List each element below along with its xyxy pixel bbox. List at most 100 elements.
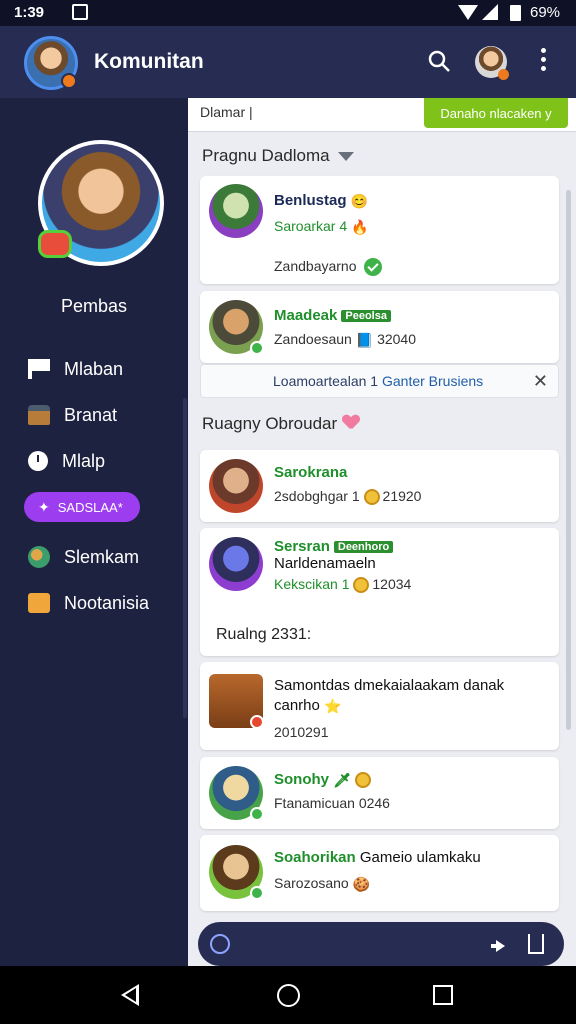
sidebar-item-label: Mlaban — [64, 358, 124, 379]
emoji-icon: 😊 — [350, 192, 369, 209]
battery-percent: 69% — [530, 4, 561, 21]
list-item[interactable]: Sersran Deenhoro Narldenamaeln Kekscikan … — [200, 528, 559, 656]
item-subtitle: Ftanamicuan 0246 — [274, 795, 390, 811]
coin-icon — [363, 489, 380, 506]
list-item[interactable]: Samontdas dmekaialaakam danak canrho ⭐ 2… — [200, 662, 559, 750]
search-icon[interactable] — [428, 50, 450, 72]
close-icon[interactable]: ✕ — [533, 371, 548, 392]
share-row[interactable]: Loamoartealan 1 Ganter Brusiens ✕ — [200, 364, 559, 398]
item-subtitle: 2sdobghgar 1 21920 — [274, 488, 422, 506]
list-item[interactable]: Maadeak Peeolsa Zandoesaun 📘 32040 — [200, 291, 559, 363]
avatar — [209, 537, 263, 591]
list-item[interactable]: Sarokrana 2sdobghgar 1 21920 — [200, 450, 559, 522]
list-item[interactable]: Benlustag 😊 Saroarkar 4 🔥 Zandbayarno — [200, 176, 559, 284]
compose-icon[interactable] — [210, 934, 230, 954]
status-indicator — [250, 715, 264, 729]
more-options-icon[interactable] — [536, 48, 550, 76]
user-avatar[interactable] — [475, 46, 509, 80]
item-subtitle: Zandoesaun 📘 32040 — [274, 331, 416, 348]
sidebar-item-nootanisia[interactable]: Nootanisia — [28, 588, 178, 618]
item-title: Narldenamaeln — [274, 555, 376, 572]
coin-icon — [355, 772, 372, 789]
wifi-icon — [458, 5, 478, 20]
share-row-text: Loamoartealan 1 Ganter Brusiens — [273, 373, 484, 389]
item-subtitle: Kekscikan 1 12034 — [274, 576, 412, 594]
status-bar: 1:39 69% — [0, 0, 576, 26]
sidebar-item-branat[interactable]: Branat — [28, 400, 178, 430]
sidebar-badge-label: SADSLAA* — [57, 499, 123, 515]
home-icon[interactable] — [277, 984, 300, 1007]
sidebar-item-slemkam[interactable]: Slemkam — [28, 542, 178, 572]
section-title: Rualng 2331: — [216, 626, 312, 643]
sidebar-badge-button[interactable]: ✦ SADSLAA* — [24, 492, 140, 522]
bookmark-icon[interactable] — [528, 934, 544, 954]
globe-icon — [28, 546, 50, 568]
item-title: Samontdas dmekaialaakam danak canrho ⭐ — [274, 677, 505, 715]
list-item[interactable]: Sonohy 🗡 Ftanamicuan 0246 — [200, 757, 559, 829]
item-name: Sersran Deenhoro — [274, 538, 394, 555]
item-subtitle: Saroarkar 4 🔥 — [274, 218, 369, 235]
filter-bar: Dlamar | Danaho nlacaken y — [188, 98, 576, 132]
section-title: Ruagny Obroudar — [202, 414, 338, 433]
item-tag: Deenhoro — [333, 541, 394, 554]
community-avatar[interactable] — [24, 36, 78, 90]
item-name: Sonohy 🗡 — [274, 771, 374, 789]
chevron-down-icon — [337, 152, 354, 162]
item-tag: Peeolsa — [341, 310, 391, 323]
puzzle-icon — [28, 593, 50, 613]
item-name: Benlustag 😊 — [274, 192, 369, 209]
avatar — [209, 845, 264, 900]
profile-avatar[interactable] — [38, 140, 164, 266]
battery-icon — [510, 5, 521, 21]
item-name: Sarokrana — [274, 464, 348, 481]
notification-icon — [72, 4, 88, 20]
list-item[interactable]: Soahorikan Gameio ulamkaku Sarozosano 🍪 — [200, 835, 559, 911]
avatar — [209, 674, 264, 729]
sidebar-item-label: Slemkam — [64, 546, 140, 567]
avatar — [209, 459, 263, 513]
recent-apps-icon[interactable] — [433, 985, 453, 1005]
online-indicator — [250, 807, 264, 821]
app-bar: Komunitan — [0, 26, 576, 98]
section-title: Pragnu Dadloma — [202, 146, 330, 165]
item-name: Maadeak Peeolsa — [274, 307, 391, 324]
sidebar-item-mlaban[interactable]: Mlaban — [28, 354, 178, 384]
filter-dropdown[interactable]: Dlamar | — [200, 104, 253, 120]
online-indicator — [250, 341, 264, 355]
profile-name: Pembas — [60, 296, 128, 316]
heart-icon — [343, 415, 359, 429]
sidebar: Pembas Mlaban Branat Mlalp ✦ SADSLAA* Sl… — [0, 98, 188, 966]
back-icon[interactable] — [121, 984, 139, 1006]
item-subtitle: Sarozosano 🍪 — [274, 875, 371, 892]
section-header: Ruagny Obroudar — [202, 414, 359, 434]
badge-icon — [61, 73, 77, 89]
flag-icon — [28, 359, 50, 379]
sidebar-item-label: Branat — [64, 404, 118, 425]
sidebar-item-mlalp[interactable]: Mlalp — [28, 446, 178, 476]
section-header[interactable]: Pragnu Dadloma — [202, 146, 354, 166]
action-bar — [198, 922, 564, 966]
item-meta: Zandbayarno — [274, 258, 383, 277]
online-indicator — [250, 886, 264, 900]
page-title: Komunitan — [94, 50, 204, 73]
star-icon: ⭐ — [324, 698, 342, 715]
glove-icon — [38, 230, 72, 258]
share-icon[interactable] — [488, 934, 508, 954]
main-scrollbar[interactable] — [566, 190, 571, 730]
sidebar-item-label: Mlalp — [62, 450, 106, 471]
sidebar-item-label: Nootanisia — [64, 592, 150, 613]
sidebar-scrollbar[interactable] — [183, 398, 187, 718]
avatar — [209, 766, 264, 821]
sparkle-icon: ✦ — [38, 498, 50, 515]
cta-button[interactable]: Danaho nlacaken y — [424, 98, 568, 128]
bookmark-icon: 📘 — [355, 331, 374, 348]
signal-icon — [482, 4, 498, 20]
item-name: Soahorikan Gameio ulamkaku — [274, 849, 481, 866]
clock-icon — [28, 451, 48, 471]
avatar — [209, 300, 264, 355]
avatar — [209, 184, 263, 238]
main-panel: Dlamar | Danaho nlacaken y Pragnu Dadlom… — [188, 98, 576, 966]
status-time: 1:39 — [14, 4, 45, 21]
item-meta: 2010291 — [274, 724, 329, 740]
check-icon — [364, 258, 383, 277]
